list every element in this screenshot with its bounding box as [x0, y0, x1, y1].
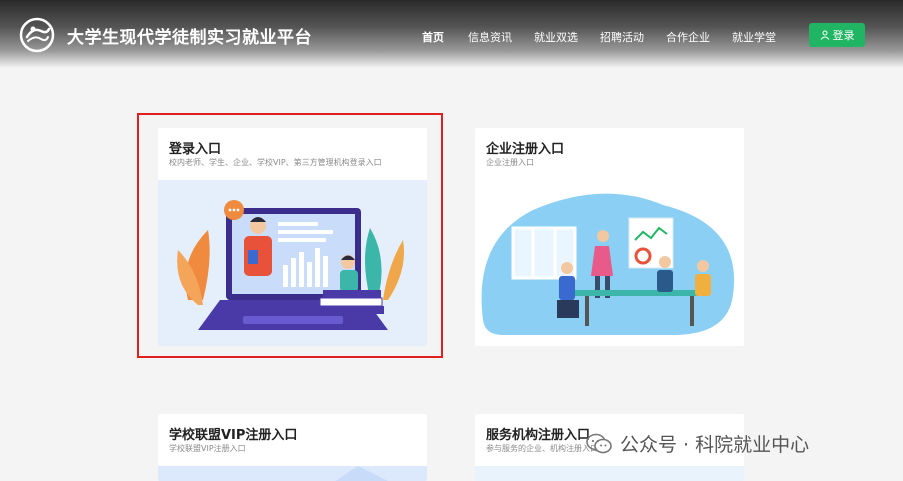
nav-item-partners[interactable]: 合作企业 — [666, 29, 710, 45]
watermark-text: 公众号 · 科院就业中心 — [620, 434, 810, 456]
company-register-card[interactable]: 企业注册入口 企业注册入口 — [475, 128, 744, 346]
card-subtitle: 学校联盟VIP注册入口 — [169, 444, 246, 453]
school-illustration — [158, 466, 427, 481]
watermark: 公众号 · 科院就业中心 — [586, 430, 809, 457]
card-title: 服务机构注册入口 — [486, 428, 591, 443]
site-logo-icon[interactable] — [19, 17, 55, 53]
card-subtitle: 参与服务的企业、机构注册入口 — [486, 444, 598, 453]
nav-item-recruit-events[interactable]: 招聘活动 — [600, 29, 644, 45]
user-icon — [820, 30, 829, 40]
school-vip-register-card[interactable]: 学校联盟VIP注册入口 学校联盟VIP注册入口 — [158, 414, 427, 481]
card-subtitle: 校内老师、学生、企业、学校VIP、第三方管理机构登录入口 — [169, 158, 382, 167]
office-meeting-illustration — [475, 180, 744, 346]
card-title: 学校联盟VIP注册入口 — [169, 428, 298, 443]
card-title: 企业注册入口 — [486, 142, 565, 157]
nav-item-news[interactable]: 信息资讯 — [468, 29, 512, 45]
agency-illustration — [475, 466, 744, 481]
laptop-teacher-illustration — [158, 180, 427, 346]
nav-item-academy[interactable]: 就业学堂 — [732, 29, 776, 45]
wechat-icon — [586, 433, 612, 453]
login-button[interactable]: 登录 — [809, 23, 865, 47]
card-title: 登录入口 — [169, 142, 222, 157]
nav-item-job-fair[interactable]: 就业双选 — [534, 29, 578, 45]
nav-item-home[interactable]: 首页 — [422, 29, 444, 45]
login-button-label: 登录 — [832, 29, 855, 42]
login-entry-card[interactable]: 登录入口 校内老师、学生、企业、学校VIP、第三方管理机构登录入口 — [158, 128, 427, 346]
site-title: 大学生现代学徒制实习就业平台 — [67, 28, 312, 48]
top-navbar: 大学生现代学徒制实习就业平台 首页 信息资讯 就业双选 招聘活动 合作企业 就业… — [0, 0, 903, 68]
card-subtitle: 企业注册入口 — [486, 158, 534, 167]
